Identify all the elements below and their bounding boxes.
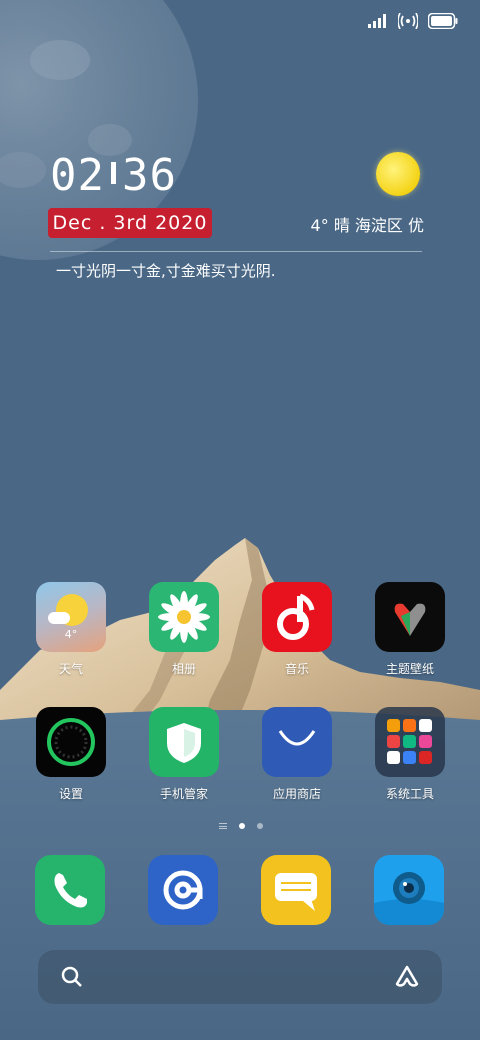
app-label: 相册: [171, 662, 196, 676]
messages-icon[interactable]: [261, 855, 331, 925]
settings-icon: [36, 707, 106, 777]
phone-icon[interactable]: [35, 855, 105, 925]
app-music[interactable]: 音乐: [252, 582, 342, 677]
app-label: 手机管家: [159, 787, 208, 801]
search-icon[interactable]: [60, 965, 84, 989]
app-label: 音乐: [284, 662, 309, 676]
app-settings[interactable]: 设置: [26, 707, 116, 802]
app-store-icon: [262, 707, 332, 777]
battery-icon: [428, 13, 458, 29]
page-dot-active[interactable]: [239, 823, 245, 829]
page-dot[interactable]: [257, 823, 263, 829]
clock-minutes: 36: [121, 150, 177, 201]
list-view-icon[interactable]: [219, 823, 227, 829]
weather-summary[interactable]: 4° 晴 海淀区 优: [311, 212, 424, 236]
weather-icon: 4°: [36, 582, 106, 652]
app-label: 系统工具: [385, 787, 434, 801]
app-label: 主题壁纸: [385, 662, 434, 676]
camera-icon[interactable]: [374, 855, 444, 925]
assistant-icon[interactable]: [394, 964, 420, 990]
app-folder-tools[interactable]: 系统工具: [365, 707, 455, 802]
weather-temp: 4°: [64, 628, 78, 641]
status-bar: [368, 10, 458, 32]
divider: [50, 251, 422, 252]
folder-icon: [375, 707, 445, 777]
page-indicator[interactable]: [219, 823, 263, 829]
search-bar[interactable]: [38, 950, 442, 1004]
app-label: 应用商店: [272, 787, 321, 801]
clock[interactable]: 02 36: [50, 152, 177, 200]
clock-separator: [110, 162, 116, 184]
app-store[interactable]: 应用商店: [252, 707, 342, 802]
app-label: 设置: [58, 787, 83, 801]
hotspot-icon: [398, 13, 418, 29]
themes-icon: [375, 582, 445, 652]
browser-icon[interactable]: [148, 855, 218, 925]
clock-hours: 02: [50, 150, 105, 201]
app-gallery[interactable]: 相册: [139, 582, 229, 677]
gallery-icon: [149, 582, 219, 652]
app-weather[interactable]: 4° 天气: [26, 582, 116, 677]
app-security[interactable]: 手机管家: [139, 707, 229, 802]
signal-icon: [368, 14, 386, 28]
security-icon: [149, 707, 219, 777]
quote-text: 一寸光阴一寸金,寸金难买寸光阴.: [56, 262, 276, 280]
date-badge[interactable]: Dec . 3rd 2020: [48, 208, 212, 238]
app-label: 天气: [58, 662, 83, 676]
app-themes[interactable]: 主题壁纸: [365, 582, 455, 677]
sun-icon[interactable]: [376, 152, 420, 196]
music-icon: [262, 582, 332, 652]
